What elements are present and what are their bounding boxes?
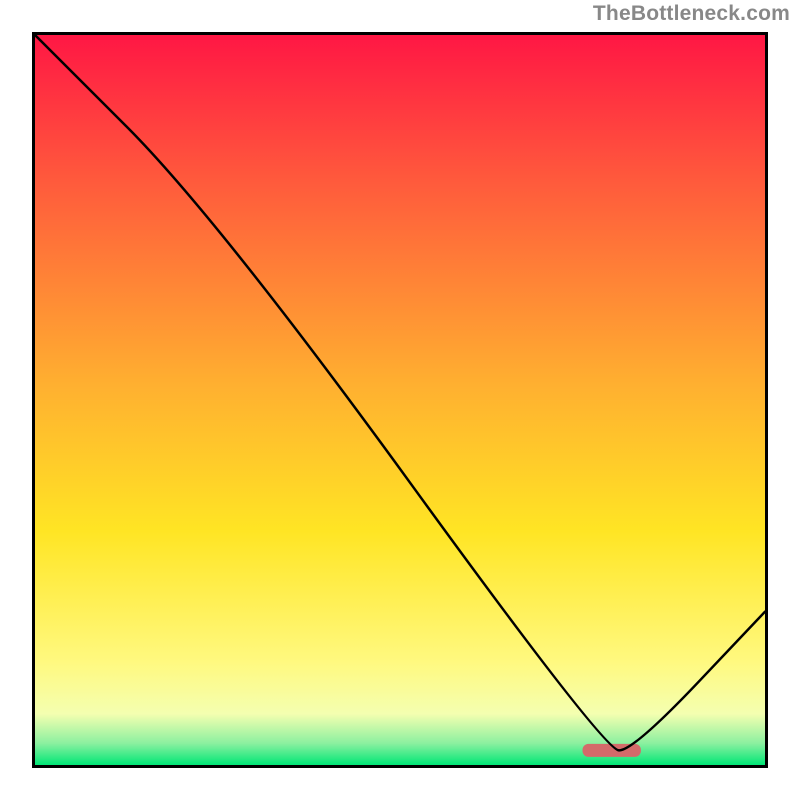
chart-svg xyxy=(35,35,765,765)
watermark-text: TheBottleneck.com xyxy=(593,2,790,26)
chart-container: TheBottleneck.com xyxy=(0,0,800,800)
plot-area xyxy=(32,32,768,768)
